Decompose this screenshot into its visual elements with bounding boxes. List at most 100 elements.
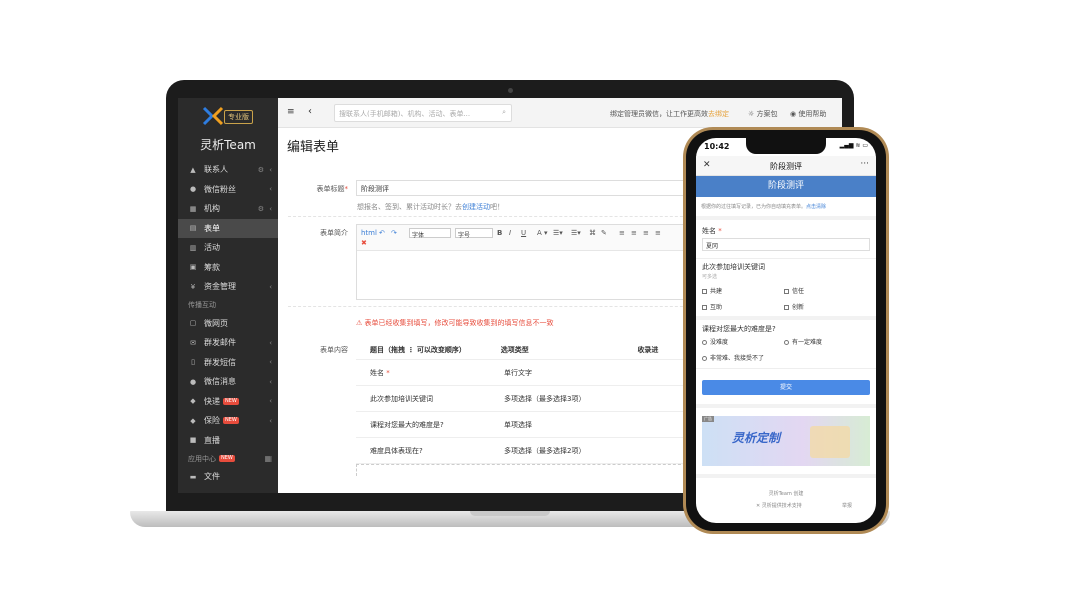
ad-banner[interactable]: 广告 灵析定制 (702, 416, 870, 466)
align-left-icon[interactable]: ≡ (619, 229, 625, 237)
phone-frame: 10:42 ▂▄▆ ≋ ▭ ✕ 阶段测评 ··· 阶段测评 根据你的过往填写记录… (683, 127, 889, 534)
option-radio[interactable]: 没难度 (702, 337, 728, 346)
create-activity-link[interactable]: 创建活动 (462, 203, 490, 211)
table-row[interactable]: 姓名 * 单行文字 (356, 360, 696, 386)
sidebar-section: 传播互动 (178, 297, 278, 314)
search-input[interactable]: 搜联系人(手机邮箱)、机构、活动、表单... ⌕ (334, 104, 512, 122)
underline-icon[interactable]: U (521, 229, 526, 237)
title-label-text: 表单标题 (316, 185, 345, 193)
insurance-icon: ◆ (190, 416, 196, 425)
submit-button[interactable]: 提交 (702, 380, 870, 395)
sidebar-item[interactable]: ▬ 文件 (178, 467, 278, 487)
fundraise-icon: ▣ (189, 263, 197, 272)
sidebar-item[interactable]: ● 微信粉丝 ‹ (178, 180, 278, 200)
align-justify-icon[interactable]: ≡ (655, 229, 661, 237)
sidebar-item[interactable]: ▣ 筹款 (178, 258, 278, 278)
option-checkbox[interactable]: 共建 (702, 286, 722, 295)
option-radio[interactable]: 非常难、我接受不了 (702, 353, 764, 362)
sidebar-item[interactable]: ¥ 资金管理 ‹ (178, 277, 278, 297)
sidebar-item[interactable]: ▤ 表单 (178, 218, 278, 238)
mail-icon: ✉ (190, 338, 196, 347)
table-row[interactable]: 此次参加培训关键词 多项选择（最多选择3项） (356, 386, 696, 412)
align-center-icon[interactable]: ≡ (631, 229, 637, 237)
back-icon[interactable]: ‹ (308, 106, 312, 117)
bold-icon[interactable]: B (497, 229, 502, 237)
menu-icon[interactable]: ≡ (287, 107, 295, 117)
sidebar-item[interactable]: ▥ 活动 (178, 238, 278, 258)
option-label: 信任 (792, 288, 805, 295)
status-time: 10:42 (704, 142, 730, 151)
option-radio[interactable]: 有一定难度 (784, 337, 822, 346)
more-icon[interactable]: ··· (860, 159, 869, 169)
new-badge: NEW (223, 397, 239, 405)
question-table: 题目（拖拽 ⋮ 可以改变顺序） 选项类型 收录进 姓名 * 单行文字 此次参加培… (356, 340, 696, 464)
sidebar-item[interactable]: ▢ 微网页 (178, 314, 278, 334)
brush-icon[interactable]: ✎ (601, 229, 607, 237)
sidebar-item[interactable]: ● 微信消息 ‹ (178, 372, 278, 392)
report-link[interactable]: 举报 (842, 502, 852, 509)
bind-link[interactable]: 去绑定 (708, 110, 729, 118)
q2-label: 课程对您最大的难度是? (702, 325, 776, 333)
checkbox-icon (702, 289, 707, 294)
font-color-icon[interactable]: A ▾ (537, 229, 548, 237)
sidebar-item[interactable]: ◆ 快递 NEW ‹ (178, 392, 278, 412)
question-cell: 课程对您最大的难度是? (370, 420, 444, 429)
rich-text-editor[interactable]: html ↶ ↷ 字体 字号 B I U A ▾ ☰▾ ☰▾ ⌘ ✎ ≡ ≡ ≡… (356, 224, 696, 300)
sidebar-item-label: 机构 (204, 204, 220, 214)
type-cell: 单行文字 (504, 368, 532, 377)
form-title-input[interactable]: 阶段测评 (356, 180, 696, 196)
ordered-list-icon[interactable]: ☰▾ (553, 229, 563, 237)
option-label: 互助 (710, 304, 723, 311)
phone-notch (746, 138, 826, 154)
italic-icon[interactable]: I (509, 229, 511, 237)
form-banner: 阶段测评 (696, 176, 876, 197)
search-icon[interactable]: ⌕ (502, 108, 506, 117)
help-link[interactable]: ◉ 使用帮助 (790, 109, 826, 119)
font-select[interactable]: 字体 (409, 228, 451, 239)
name-label-text: 姓名 (702, 227, 716, 235)
size-select[interactable]: 字号 (455, 228, 493, 239)
radio-icon (702, 340, 707, 345)
header-question: 题目（拖拽 ⋮ 可以改变顺序） (370, 345, 466, 354)
link-icon[interactable]: ⌘ (589, 229, 596, 237)
sidebar-item[interactable]: ▯ 群发短信 ‹ (178, 353, 278, 373)
redo-icon[interactable]: ↷ (391, 229, 397, 237)
gear-icon[interactable]: ⚙ (258, 166, 264, 174)
gear-icon[interactable]: ⚙ (258, 205, 264, 213)
sidebar-item-label: 微信粉丝 (204, 184, 236, 194)
option-checkbox[interactable]: 创新 (784, 302, 804, 311)
sidebar-item[interactable]: ▲ 联系人 ⚙ ‹ (178, 160, 278, 180)
option-checkbox[interactable]: 互助 (702, 302, 722, 311)
clear-format-icon[interactable]: ✖ (361, 239, 367, 247)
section-separator (696, 474, 876, 478)
name-input[interactable]: 夏冈 (702, 238, 870, 251)
align-right-icon[interactable]: ≡ (643, 229, 649, 237)
intro-label: 表单简介 (320, 229, 348, 237)
undo-icon[interactable]: ↶ (379, 229, 385, 237)
sidebar-item[interactable]: ◆ 保险 NEW ‹ (178, 411, 278, 431)
sidebar-item[interactable]: ▦ 机构 ⚙ ‹ (178, 199, 278, 219)
sidebar-item[interactable]: ■ 直播 (178, 431, 278, 451)
sidebar-item-label: 文件 (204, 472, 220, 482)
clear-link[interactable]: 点击清除 (806, 204, 826, 210)
pro-badge: 专业版 (224, 110, 253, 124)
grid-icon[interactable]: ▦ (264, 454, 272, 463)
sidebar: 专业版 灵析Team ▲ 联系人 ⚙ ‹ ● 微信粉丝 ‹ ▦ 机构 ⚙ ‹ ▤ 表单 ▥ 活动 ▣ 筹款 ¥ 资金… (178, 98, 278, 493)
express-icon: ◆ (190, 397, 196, 406)
logo-icon (202, 106, 224, 126)
option-checkbox[interactable]: 信任 (784, 286, 804, 295)
webpage-icon: ▢ (189, 319, 197, 328)
sidebar-item[interactable]: ✉ 群发邮件 ‹ (178, 333, 278, 353)
table-row[interactable]: 课程对您最大的难度是? 单项选择 (356, 412, 696, 438)
sidebar-item-label: 资金管理 (204, 282, 236, 292)
chevron-left-icon: ‹ (269, 377, 272, 386)
sidebar-item-label: 保险 (204, 416, 220, 426)
table-row[interactable]: 难度具体表现在? 多项选择（最多选择2项） (356, 438, 696, 464)
divider (288, 306, 708, 307)
sidebar-item-label: 快递 (204, 396, 220, 406)
plan-link[interactable]: ☼ 方案包 (748, 109, 778, 119)
type-cell: 多项选择（最多选择2项） (504, 446, 586, 455)
html-icon[interactable]: html (361, 229, 377, 237)
unordered-list-icon[interactable]: ☰▾ (571, 229, 581, 237)
chevron-left-icon: ‹ (269, 338, 272, 347)
